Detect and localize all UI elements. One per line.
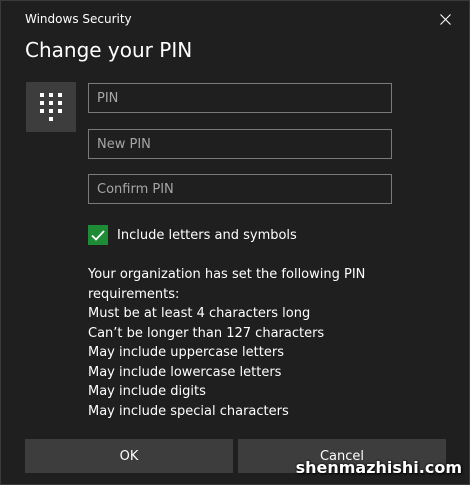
include-letters-label: Include letters and symbols bbox=[117, 227, 297, 243]
new-pin-input[interactable] bbox=[88, 129, 392, 159]
title-bar: Windows Security bbox=[1, 1, 469, 37]
cancel-button[interactable]: Cancel bbox=[238, 439, 446, 473]
requirement-item: May include lowercase letters bbox=[88, 364, 282, 380]
requirements-intro-cont: requirements: bbox=[88, 286, 180, 302]
requirement-item: May include uppercase letters bbox=[88, 345, 284, 360]
pin-input[interactable] bbox=[88, 83, 392, 113]
keypad-tile bbox=[26, 82, 76, 132]
requirement-item: May include digits bbox=[88, 384, 206, 399]
keypad-icon bbox=[40, 93, 62, 121]
checkmark-icon bbox=[91, 229, 105, 241]
window-title: Windows Security bbox=[25, 12, 132, 26]
ok-button[interactable]: OK bbox=[25, 439, 233, 473]
confirm-pin-input[interactable] bbox=[88, 174, 392, 204]
pin-requirements: Your organization has set the following … bbox=[88, 265, 448, 421]
include-letters-checkbox[interactable] bbox=[88, 225, 108, 245]
requirements-intro: Your organization has set the following … bbox=[88, 267, 366, 282]
page-title: Change your PIN bbox=[25, 38, 193, 62]
requirement-item: Must be at least 4 characters long bbox=[88, 306, 311, 321]
requirement-item: May include special characters bbox=[88, 403, 289, 419]
include-letters-option[interactable]: Include letters and symbols bbox=[88, 224, 297, 246]
requirement-item: Can’t be longer than 127 characters bbox=[88, 325, 325, 341]
change-pin-dialog: Windows Security Change your PIN Include… bbox=[0, 0, 470, 485]
close-icon bbox=[439, 13, 451, 25]
close-button[interactable] bbox=[433, 8, 457, 30]
